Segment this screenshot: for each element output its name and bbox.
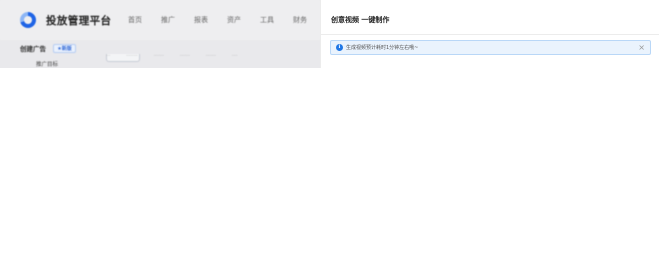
step-tab[interactable]: ···· [232,54,238,68]
brand-title: 投放管理平台 [46,15,112,27]
logo-icon [20,12,36,28]
info-icon: i [336,44,343,51]
step-tabs: ··· ········ ······· ······· ······· ···… [106,54,320,68]
alert-message: 生成视频预计耗时1分钟左右哦~ [346,45,419,51]
new-version-badge: ★新版 [53,44,76,53]
step-tab[interactable]: ··· [106,54,110,68]
nav-item-promotion[interactable]: 推广 [161,15,175,25]
step-tab[interactable]: ······· [180,54,190,68]
step-tab[interactable]: ······· [206,54,216,68]
sidebar-item-goal[interactable]: 推广目标 [36,60,58,68]
nav-item-assets[interactable]: 资产 [227,15,241,25]
close-icon[interactable]: × [638,42,645,53]
drawer-divider [321,34,659,35]
nav-item-finance[interactable]: 财务 [293,15,307,25]
step-tab[interactable]: ········ [126,54,137,68]
background-app: 投放管理平台 首页 推广 报表 资产 工具 财务 创建广告 ★新版 推广目标 ·… [0,0,320,68]
drawer-title: 创意视频 一键制作 [331,16,390,24]
nav-item-home[interactable]: 首页 [128,15,142,25]
create-ad-title: 创建广告 [20,45,46,53]
nav-item-reports[interactable]: 报表 [194,15,208,25]
main-nav: 首页 推广 报表 资产 工具 财务 [128,15,320,25]
nav-item-tools[interactable]: 工具 [260,15,274,25]
screen: 投放管理平台 首页 推广 报表 资产 工具 财务 创建广告 ★新版 推广目标 ·… [0,0,659,269]
step-tab[interactable]: ······· [154,54,164,68]
info-alert: i 生成视频预计耗时1分钟左右哦~ × [330,40,651,55]
video-creation-drawer: 创意视频 一键制作 i 生成视频预计耗时1分钟左右哦~ × [320,0,659,68]
create-ad-heading: 创建广告 ★新版 [20,43,76,53]
